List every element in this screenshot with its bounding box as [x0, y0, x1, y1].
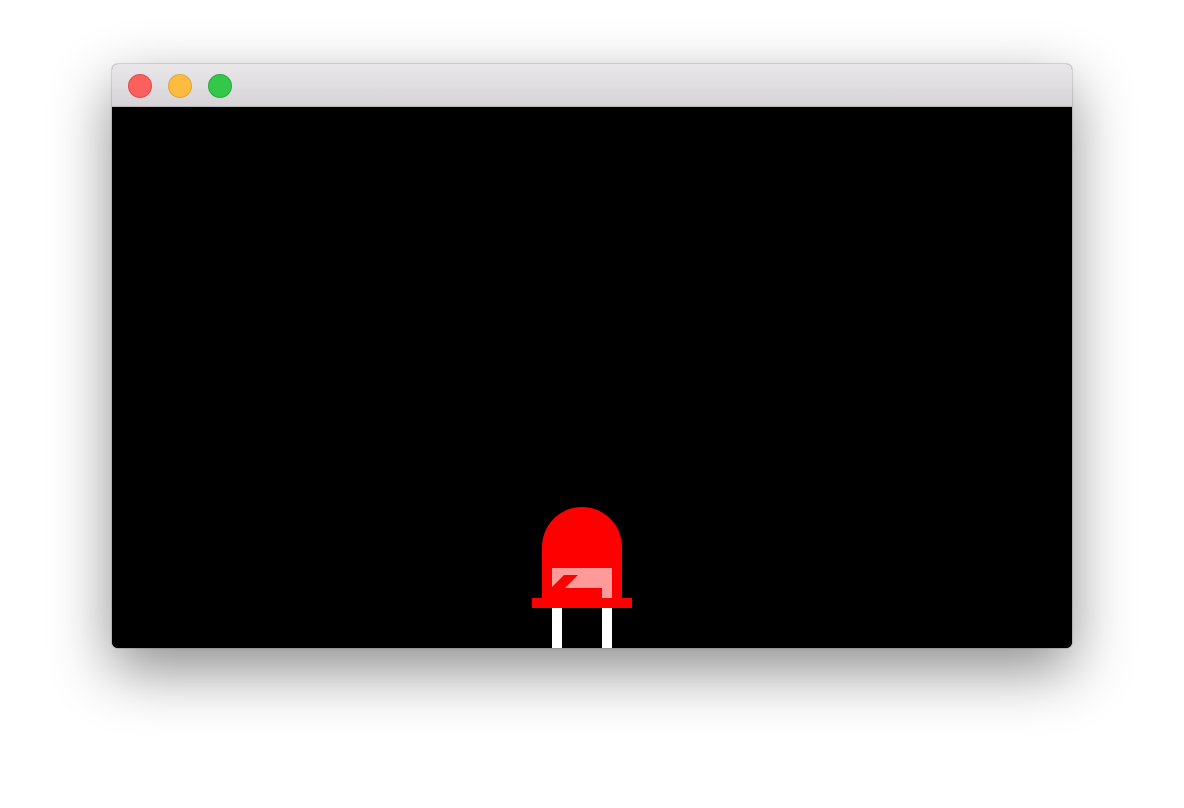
led-drawing	[532, 507, 632, 648]
led-flange	[532, 598, 632, 608]
led-lead-right	[602, 607, 612, 648]
led-lead-left	[552, 607, 562, 648]
canvas-area	[112, 107, 1072, 648]
zoom-button[interactable]	[208, 74, 232, 98]
app-window	[112, 64, 1072, 648]
close-button[interactable]	[128, 74, 152, 98]
minimize-button[interactable]	[168, 74, 192, 98]
title-bar[interactable]	[112, 64, 1072, 107]
desktop	[0, 0, 1184, 808]
